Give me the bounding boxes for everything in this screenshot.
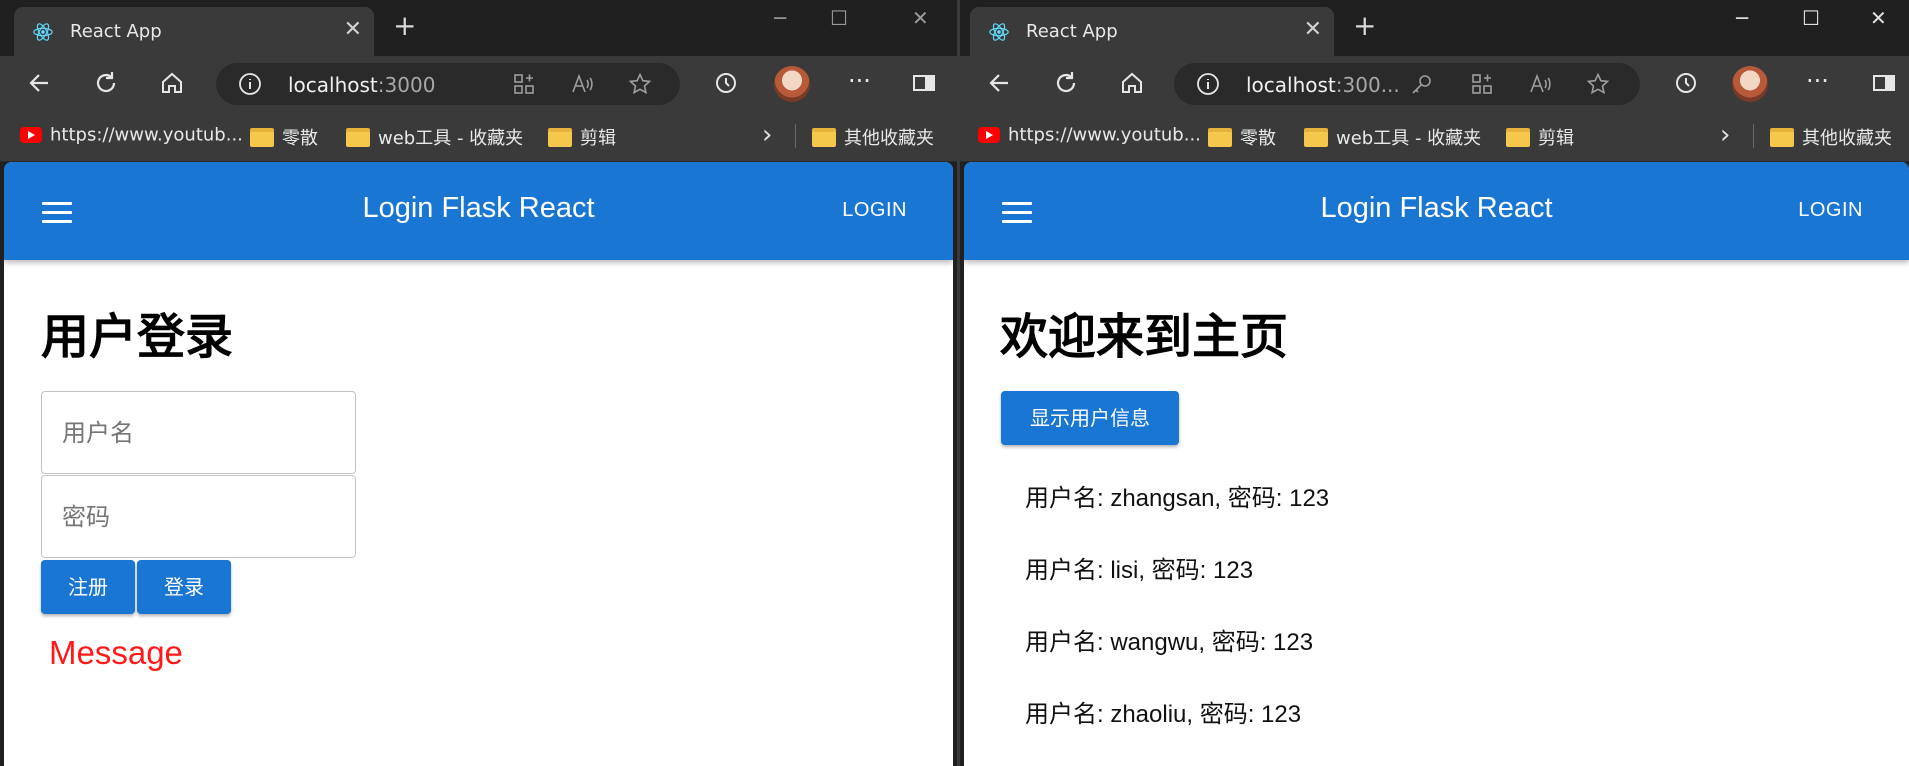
tab-react-app[interactable]: React App ✕: [14, 7, 374, 56]
bookmark-youtube[interactable]: https://www.youtub...: [20, 124, 243, 148]
url-text: localhost:300...: [1246, 73, 1400, 97]
bookmarks-bar: https://www.youtub... 零散 web工具 - 收藏夹 剪辑 …: [0, 110, 957, 162]
folder-icon: [812, 127, 836, 147]
more-icon[interactable]: ···: [1806, 69, 1834, 97]
address-bar[interactable]: localhost:300...: [1174, 63, 1640, 105]
password-field[interactable]: [41, 475, 356, 558]
username-input[interactable]: [42, 392, 355, 473]
key-icon[interactable]: [1410, 72, 1434, 96]
chevron-right-icon[interactable]: ›: [1720, 120, 1730, 150]
home-icon[interactable]: [1118, 69, 1146, 97]
history-icon[interactable]: [1672, 69, 1700, 97]
info-icon[interactable]: [1196, 72, 1220, 96]
profile-avatar[interactable]: [1732, 66, 1768, 102]
browser-window-right: React App ✕ + ─ ☐ ✕ localhost:300... ···…: [960, 0, 1909, 766]
home-icon[interactable]: [158, 69, 186, 97]
minimize-icon[interactable]: ─: [1736, 6, 1748, 30]
info-icon[interactable]: [238, 72, 262, 96]
url-text: localhost:3000: [288, 73, 436, 97]
tab-strip: React App ✕ + ─ ☐ ✕: [0, 0, 957, 56]
new-tab-icon[interactable]: +: [393, 12, 416, 40]
folder-icon: [1506, 127, 1530, 147]
chevron-right-icon[interactable]: ›: [762, 120, 772, 150]
username-field[interactable]: [41, 391, 356, 474]
folder-icon: [1304, 127, 1328, 147]
browser-window-left: React App ✕ + ─ ☐ ✕ localhost:3000 ··· h…: [0, 0, 957, 766]
sidebar-icon[interactable]: [1870, 69, 1898, 97]
more-icon[interactable]: ···: [848, 69, 876, 97]
favorite-star-icon[interactable]: [1586, 72, 1610, 96]
back-icon[interactable]: [986, 69, 1014, 97]
react-icon: [33, 23, 53, 41]
close-tab-icon[interactable]: ✕: [344, 17, 362, 42]
web-page: Login Flask React LOGIN 欢迎来到主页 显示用户信息 用户…: [964, 162, 1909, 766]
tab-strip: React App ✕ + ─ ☐ ✕: [960, 0, 1909, 56]
appbar-login-button[interactable]: LOGIN: [1798, 199, 1863, 222]
user-list-item: 用户名: zhaoliu, 密码: 123: [1025, 701, 1302, 728]
back-icon[interactable]: [26, 69, 54, 97]
page-title: 欢迎来到主页: [1000, 309, 1289, 365]
folder-icon: [548, 127, 572, 147]
user-list-item: 用户名: wangwu, 密码: 123: [1025, 629, 1314, 656]
tab-title: React App: [1026, 21, 1118, 42]
folder-icon: [346, 127, 370, 147]
bookmark-youtube[interactable]: https://www.youtub...: [978, 124, 1201, 148]
refresh-icon[interactable]: [1052, 69, 1080, 97]
bookmark-folder[interactable]: 零散: [1208, 124, 1276, 149]
history-icon[interactable]: [712, 69, 740, 97]
close-tab-icon[interactable]: ✕: [1304, 17, 1322, 42]
toolbar: localhost:300... ···: [960, 56, 1909, 110]
bookmark-separator: [1753, 124, 1754, 148]
react-icon: [989, 23, 1009, 41]
refresh-icon[interactable]: [92, 69, 120, 97]
password-input[interactable]: [42, 476, 355, 557]
page-title: 用户登录: [41, 309, 234, 365]
bookmark-other-folder[interactable]: 其他收藏夹: [812, 124, 934, 149]
web-page: Login Flask React LOGIN 用户登录 注册 登录 Messa…: [4, 162, 953, 766]
minimize-icon[interactable]: ─: [774, 6, 786, 30]
app-bar: Login Flask React LOGIN: [4, 162, 953, 260]
bookmarks-bar: https://www.youtub... 零散 web工具 - 收藏夹 剪辑 …: [960, 110, 1909, 162]
login-button[interactable]: 登录: [137, 560, 231, 614]
tab-title: React App: [70, 21, 162, 42]
favorite-star-icon[interactable]: [628, 72, 652, 96]
read-aloud-icon[interactable]: [570, 72, 594, 96]
message-text: Message: [49, 634, 183, 671]
user-list-item: 用户名: zhangsan, 密码: 123: [1025, 485, 1330, 512]
profile-avatar[interactable]: [774, 66, 810, 102]
folder-icon: [1208, 127, 1232, 147]
user-list-item: 用户名: lisi, 密码: 123: [1025, 557, 1254, 584]
bookmark-folder[interactable]: 剪辑: [1506, 124, 1574, 149]
register-button[interactable]: 注册: [41, 560, 135, 614]
read-aloud-icon[interactable]: [1528, 72, 1552, 96]
folder-icon: [250, 127, 274, 147]
close-window-icon[interactable]: ✕: [912, 6, 929, 30]
tab-react-app[interactable]: React App ✕: [970, 7, 1334, 56]
youtube-icon: [20, 127, 42, 143]
app-title: Login Flask React: [1320, 192, 1553, 224]
maximize-icon[interactable]: ☐: [830, 6, 848, 30]
toolbar: localhost:3000 ···: [0, 56, 957, 110]
new-tab-icon[interactable]: +: [1353, 12, 1376, 40]
appbar-login-button[interactable]: LOGIN: [842, 199, 907, 222]
folder-icon: [1770, 127, 1794, 147]
apps-icon[interactable]: [512, 72, 536, 96]
close-window-icon[interactable]: ✕: [1870, 6, 1887, 30]
app-bar: Login Flask React LOGIN: [964, 162, 1909, 260]
apps-icon[interactable]: [1470, 72, 1494, 96]
bookmark-folder[interactable]: 零散: [250, 124, 318, 149]
bookmark-other-folder[interactable]: 其他收藏夹: [1770, 124, 1892, 149]
app-title: Login Flask React: [362, 192, 595, 224]
bookmark-folder[interactable]: web工具 - 收藏夹: [1304, 124, 1481, 149]
show-user-info-button[interactable]: 显示用户信息: [1001, 391, 1179, 445]
sidebar-icon[interactable]: [910, 69, 938, 97]
youtube-icon: [978, 127, 1000, 143]
bookmark-folder[interactable]: 剪辑: [548, 124, 616, 149]
maximize-icon[interactable]: ☐: [1802, 6, 1820, 30]
bookmark-folder[interactable]: web工具 - 收藏夹: [346, 124, 523, 149]
address-bar[interactable]: localhost:3000: [216, 63, 680, 105]
bookmark-separator: [795, 124, 796, 148]
